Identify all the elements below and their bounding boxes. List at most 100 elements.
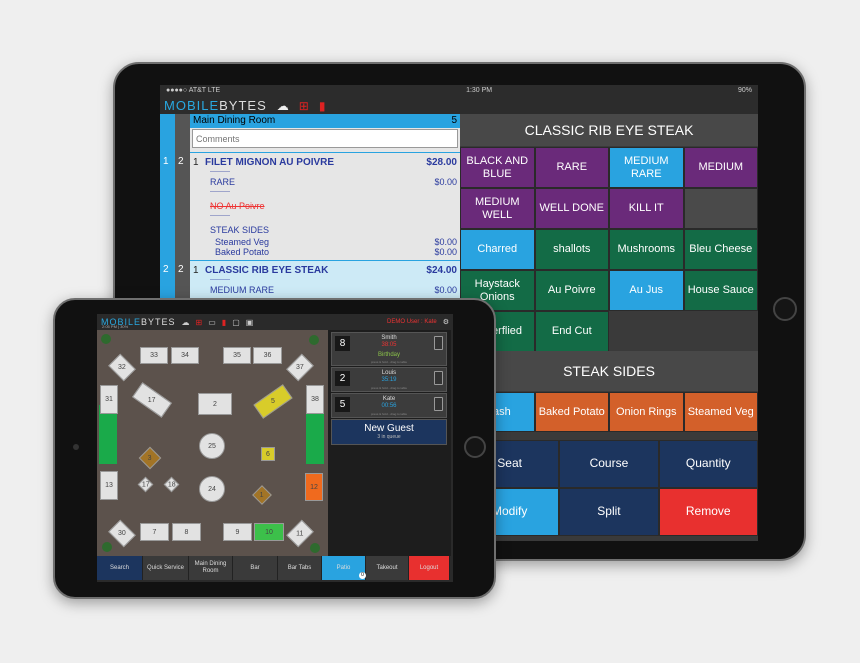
modifier-button[interactable]: Bleu Cheese xyxy=(683,229,758,270)
plant-icon xyxy=(309,335,319,345)
table[interactable]: 38 xyxy=(306,385,324,414)
monitor-icon[interactable]: ▢ xyxy=(232,318,240,327)
table[interactable]: 11 xyxy=(286,519,314,548)
settings-icon[interactable]: ⚙ xyxy=(443,318,449,326)
table[interactable]: 6 xyxy=(261,447,275,461)
table[interactable]: 13 xyxy=(100,471,118,500)
waitlist-entry[interactable]: 8 Smith 38:05 Birthday press & hold - drag t… xyxy=(331,332,447,366)
seat-number: 2 xyxy=(163,264,169,275)
table[interactable]: 36 xyxy=(253,347,282,364)
modifier-button[interactable]: MEDIUM WELL xyxy=(460,188,535,229)
modifier-line: Steamed Veg xyxy=(215,237,270,247)
item-name: FILET MIGNON AU POIVRE xyxy=(205,157,335,168)
order-item[interactable]: 1 FILET MIGNON AU POIVRE $28.00 ---------- R… xyxy=(190,152,460,259)
home-button[interactable] xyxy=(773,297,797,321)
table[interactable]: 30 xyxy=(108,519,136,548)
side-button[interactable]: Steamed Veg xyxy=(683,392,758,432)
table[interactable]: 9 xyxy=(223,523,252,541)
display-icon[interactable]: ▣ xyxy=(246,318,254,327)
tab-quick-service[interactable]: Quick Service xyxy=(143,556,189,580)
drawer-icon[interactable]: ▭ xyxy=(208,318,216,327)
modifier-button[interactable]: MEDIUM RARE xyxy=(609,147,684,188)
action-course-button[interactable]: Course xyxy=(559,440,659,488)
side-button[interactable]: Baked Potato xyxy=(534,392,609,432)
table[interactable]: 10 xyxy=(254,523,284,541)
modifier-button[interactable]: MEDIUM xyxy=(683,147,758,188)
table-number: 33 xyxy=(150,352,158,359)
table[interactable]: 33 xyxy=(140,347,168,364)
modifier-button[interactable]: End Cut xyxy=(534,311,609,352)
table[interactable]: 31 xyxy=(100,385,118,414)
waitlist-entry[interactable]: 5 Kate 00:56 press & hold - drag to table xyxy=(331,393,447,418)
modifier-button[interactable]: RARE xyxy=(534,147,609,188)
table-number: 30 xyxy=(118,529,126,537)
new-guest-label: New Guest xyxy=(364,423,414,434)
table[interactable]: 18 xyxy=(163,476,180,493)
table[interactable]: 32 xyxy=(108,353,136,382)
tab-bar[interactable]: Bar xyxy=(233,556,278,580)
modifier-line: STEAK SIDES xyxy=(210,225,270,235)
comments-input[interactable] xyxy=(192,129,458,148)
guest-name: Kate xyxy=(382,396,396,402)
exit-icon[interactable]: ▮ xyxy=(222,318,226,327)
app-header: MOBILEBYTES ☁ ⊞ ▭ ▮ ▢ ▣ DEMO User : Kate… xyxy=(97,314,453,330)
table[interactable]: 24 xyxy=(199,476,225,502)
table[interactable]: 3 xyxy=(138,446,162,470)
seat-number: 1 xyxy=(163,156,169,167)
network-icon[interactable]: ⊞ xyxy=(299,99,309,113)
cloud-icon[interactable]: ☁ xyxy=(277,99,289,113)
action-remove-button[interactable]: Remove xyxy=(658,488,758,536)
cloud-icon[interactable]: ☁ xyxy=(182,318,190,327)
table[interactable]: 7 xyxy=(140,523,169,541)
device-status: 2:05 PM | 30% xyxy=(102,324,129,329)
table[interactable]: 2 xyxy=(198,393,232,415)
course-number: 2 xyxy=(178,156,184,167)
table[interactable]: 17 xyxy=(137,476,154,493)
table[interactable]: 17 xyxy=(132,382,172,418)
modifier-line: NO Au Poivre xyxy=(210,201,265,211)
guest-name: Smith xyxy=(381,335,397,341)
carrier: ●●●●○ AT&T LTE xyxy=(166,87,221,94)
action-quantity-button[interactable]: Quantity xyxy=(658,440,758,488)
tab-main-dining-room[interactable]: Main Dining Room xyxy=(189,556,233,580)
home-button[interactable] xyxy=(464,436,486,458)
modifier-button[interactable]: BLACK AND BLUE xyxy=(460,147,535,188)
tablet-icon[interactable] xyxy=(434,336,443,350)
tab-takeout[interactable]: Takeout xyxy=(366,556,409,580)
network-icon[interactable]: ⊞ xyxy=(196,318,203,327)
waitlist-entry[interactable]: 2 Louis 35:19 press & hold - drag to table xyxy=(331,367,447,392)
table[interactable]: 25 xyxy=(199,433,225,459)
modifier-button[interactable]: KILL IT xyxy=(609,188,684,229)
side-button[interactable]: Onion Rings xyxy=(609,392,684,432)
table[interactable]: 12 xyxy=(305,473,323,501)
table[interactable]: 1 xyxy=(252,485,272,505)
wait-time: 38:05 xyxy=(381,342,397,348)
table-number: 38 xyxy=(311,396,319,403)
course-number: 2 xyxy=(178,264,184,275)
exit-icon[interactable]: ▮ xyxy=(319,99,326,113)
action-split-button[interactable]: Split xyxy=(559,488,659,536)
app-header: MOBILEBYTES ☁ ⊞ ▮ xyxy=(160,97,758,114)
table-number: 2 xyxy=(213,400,217,408)
modifier-button[interactable]: Charred xyxy=(460,229,535,270)
modifier-button[interactable]: Mushrooms xyxy=(609,229,684,270)
new-guest-button[interactable]: New Guest 3 in queue xyxy=(331,419,447,445)
tab-logout[interactable]: Logout xyxy=(409,556,450,580)
item-price: $28.00 xyxy=(426,157,457,168)
modifier-button[interactable]: shallots xyxy=(534,229,609,270)
modifier-button[interactable]: Au Poivre xyxy=(534,270,609,311)
table[interactable]: 8 xyxy=(172,523,201,541)
table[interactable]: 5 xyxy=(253,384,293,419)
table[interactable]: 37 xyxy=(286,353,314,382)
table[interactable]: 34 xyxy=(171,347,199,364)
table[interactable]: 35 xyxy=(223,347,251,364)
modifier-button[interactable]: House Sauce xyxy=(683,270,758,311)
tab-search[interactable]: Search xyxy=(97,556,143,580)
modifier-button[interactable]: WELL DONE xyxy=(534,188,609,229)
room-header[interactable]: Main Dining Room 5 xyxy=(190,114,460,128)
tab-bar-tabs[interactable]: Bar Tabs xyxy=(278,556,322,580)
tablet-icon[interactable] xyxy=(434,397,443,411)
tablet-icon[interactable] xyxy=(434,371,443,385)
floor-plan: 33 34 35 36 32 37 31 38 17 2 5 25 3 6 24 1 13 12 17 18 30 11 7… xyxy=(97,330,328,556)
modifier-button[interactable]: Au Jus xyxy=(609,270,684,311)
